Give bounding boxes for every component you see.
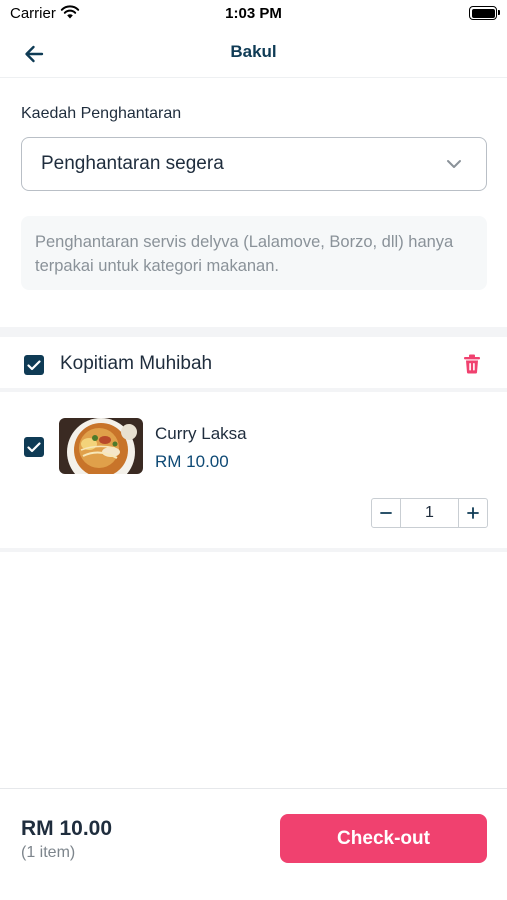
nav-header: Bakul	[0, 28, 507, 78]
checkout-bar: RM 10.00 (1 item) Check-out	[0, 788, 507, 900]
page-title: Bakul	[230, 42, 277, 61]
plus-icon	[467, 507, 479, 519]
total-price: RM 10.00	[21, 817, 113, 840]
section-divider	[0, 327, 507, 337]
increase-quantity-button[interactable]	[458, 499, 487, 527]
item-checkbox[interactable]	[24, 437, 44, 457]
check-icon	[27, 359, 41, 370]
chevron-down-icon	[446, 156, 462, 174]
delivery-method-label: Kaedah Penghantaran	[21, 105, 182, 122]
trash-icon	[464, 354, 480, 374]
checkout-button[interactable]: Check-out	[280, 814, 487, 863]
check-icon	[27, 441, 41, 452]
item-price: RM 10.00	[155, 452, 229, 471]
delivery-info-text: Penghantaran servis delyva (Lalamove, Bo…	[35, 233, 454, 275]
store-row: Kopitiam Muhibah	[0, 337, 507, 392]
clock: 1:03 PM	[225, 5, 282, 22]
minus-icon	[380, 512, 392, 514]
quantity-stepper: 1	[371, 498, 488, 528]
battery-icon	[469, 6, 500, 20]
delivery-info-box: Penghantaran servis delyva (Lalamove, Bo…	[21, 216, 487, 290]
status-bar: Carrier 1:03 PM	[0, 0, 507, 28]
decrease-quantity-button[interactable]	[372, 499, 401, 527]
item-name: Curry Laksa	[155, 424, 247, 443]
delete-store-button[interactable]	[463, 354, 483, 376]
delivery-method-value: Penghantaran segera	[41, 153, 224, 174]
store-name: Kopitiam Muhibah	[60, 353, 213, 374]
quantity-value[interactable]: 1	[401, 499, 458, 527]
delivery-method-select[interactable]: Penghantaran segera	[21, 137, 487, 191]
store-checkbox[interactable]	[24, 355, 44, 375]
cart-item: Curry Laksa RM 10.00 1	[0, 392, 507, 552]
item-image	[59, 418, 143, 474]
item-count: (1 item)	[21, 844, 76, 861]
